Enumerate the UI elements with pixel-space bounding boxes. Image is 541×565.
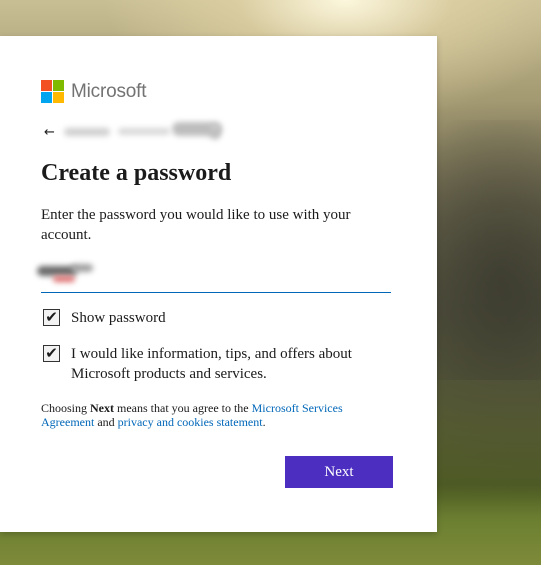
email-tail: m xyxy=(210,124,221,140)
page-description: Enter the password you would like to use… xyxy=(41,207,351,243)
legal-middle: means that you agree to the xyxy=(114,401,252,415)
legal-and: and xyxy=(94,415,118,429)
legal-notice: Choosing Next means that you agree to th… xyxy=(41,401,371,429)
legal-prefix: Choosing xyxy=(41,401,91,415)
microsoft-logo: Microsoft xyxy=(41,80,146,103)
redacted-email: m xyxy=(60,122,230,142)
password-input[interactable] xyxy=(37,258,391,293)
show-password-option: ✔ Show password xyxy=(43,308,166,328)
marketing-label[interactable]: I would like information, tips, and offe… xyxy=(71,344,373,384)
page-title: Create a password xyxy=(41,160,232,186)
legal-suffix: . xyxy=(262,415,266,429)
logo-text: Microsoft xyxy=(71,80,147,102)
legal-next-word: Next xyxy=(90,401,115,415)
signup-card: Microsoft ← m Create a password Enter th… xyxy=(0,36,437,532)
windows-logo-icon xyxy=(41,80,64,103)
next-button[interactable]: Next xyxy=(285,456,393,488)
arrow-left-icon[interactable]: ← xyxy=(44,125,60,140)
identity-banner: ← m xyxy=(44,122,244,142)
show-password-checkbox[interactable]: ✔ xyxy=(43,309,60,326)
marketing-option: ✔ I would like information, tips, and of… xyxy=(43,344,373,384)
redacted-password xyxy=(33,262,103,284)
marketing-checkbox[interactable]: ✔ xyxy=(43,345,60,362)
background-hill xyxy=(421,120,541,380)
privacy-statement-link[interactable]: privacy and cookies statement xyxy=(118,415,263,429)
show-password-label[interactable]: Show password xyxy=(71,308,166,328)
